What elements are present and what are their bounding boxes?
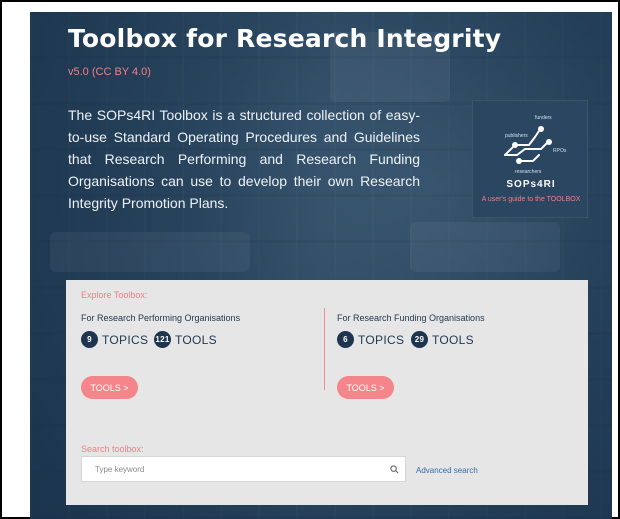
- logo-node-funders: funders: [535, 115, 552, 121]
- tools-label: TOOLS: [175, 332, 217, 347]
- funding-tools-button[interactable]: TOOLS >: [337, 376, 394, 399]
- search-icon[interactable]: [383, 457, 405, 481]
- advanced-search-link[interactable]: Advanced search: [416, 466, 478, 475]
- topics-label: TOPICS: [358, 332, 405, 347]
- funding-topics[interactable]: 6 TOPICS: [337, 331, 404, 348]
- topics-label: TOPICS: [102, 332, 149, 347]
- search-label: Search toolbox:: [81, 444, 144, 454]
- performing-topics[interactable]: 9 TOPICS: [81, 331, 148, 348]
- topics-count-badge: 6: [337, 331, 354, 348]
- explore-label: Explore Toolbox:: [81, 290, 148, 300]
- intro-text: The SOPs4RI Toolbox is a structured coll…: [68, 107, 420, 211]
- tools-count-badge: 121: [154, 331, 171, 348]
- version-label: v5.0 (CC BY 4.0): [68, 66, 151, 78]
- page-title: Toolbox for Research Integrity: [68, 24, 502, 53]
- logo-name: SOPs4RI: [506, 179, 556, 190]
- search-box[interactable]: [81, 456, 406, 482]
- tools-count-badge: 29: [411, 331, 428, 348]
- sops4ri-logo-card[interactable]: funders publishers RPOs researchers SOPs…: [472, 100, 588, 218]
- funding-title: For Research Funding Organisations: [337, 313, 485, 323]
- column-divider: [324, 308, 325, 390]
- logo-node-researchers: researchers: [515, 169, 542, 175]
- tools-label: TOOLS: [432, 332, 474, 347]
- explore-panel: Explore Toolbox: For Research Performing…: [66, 280, 588, 505]
- hero-banner: Toolbox for Research Integrity v5.0 (CC …: [30, 12, 612, 519]
- performing-title: For Research Performing Organisations: [81, 313, 241, 323]
- topics-count-badge: 9: [81, 331, 98, 348]
- logo-node-rpos: RPOs: [553, 148, 567, 154]
- search-input[interactable]: [82, 457, 383, 481]
- performing-tools-button[interactable]: TOOLS >: [81, 376, 138, 399]
- network-graph-icon: funders publishers RPOs researchers: [504, 115, 567, 175]
- logo-tagline: A user's guide to the TOOLBOX: [481, 196, 581, 203]
- logo-node-publishers: publishers: [505, 133, 528, 139]
- performing-tools[interactable]: 121 TOOLS: [154, 331, 217, 348]
- background-shape: [410, 222, 560, 272]
- background-shape: [50, 232, 250, 272]
- funding-tools[interactable]: 29 TOOLS: [411, 331, 474, 348]
